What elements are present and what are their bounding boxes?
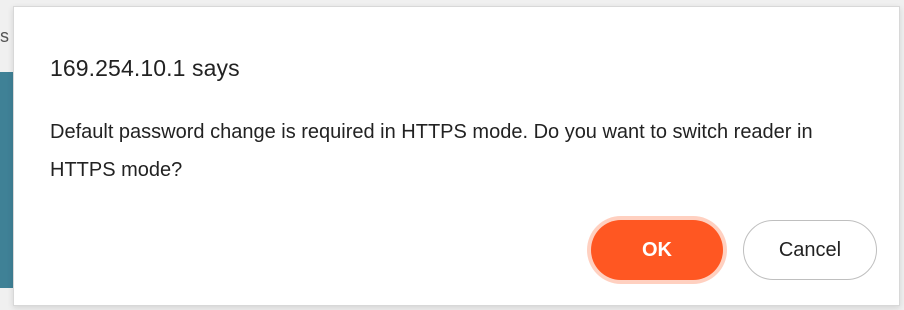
cancel-button[interactable]: Cancel: [743, 220, 877, 280]
background-page-strip: [0, 72, 13, 288]
alert-dialog: 169.254.10.1 says Default password chang…: [13, 6, 900, 306]
dialog-title: 169.254.10.1 says: [50, 55, 240, 81]
background-page-text: s: [0, 26, 9, 46]
dialog-message: Default password change is required in H…: [50, 121, 813, 181]
ok-button[interactable]: OK: [591, 220, 723, 280]
